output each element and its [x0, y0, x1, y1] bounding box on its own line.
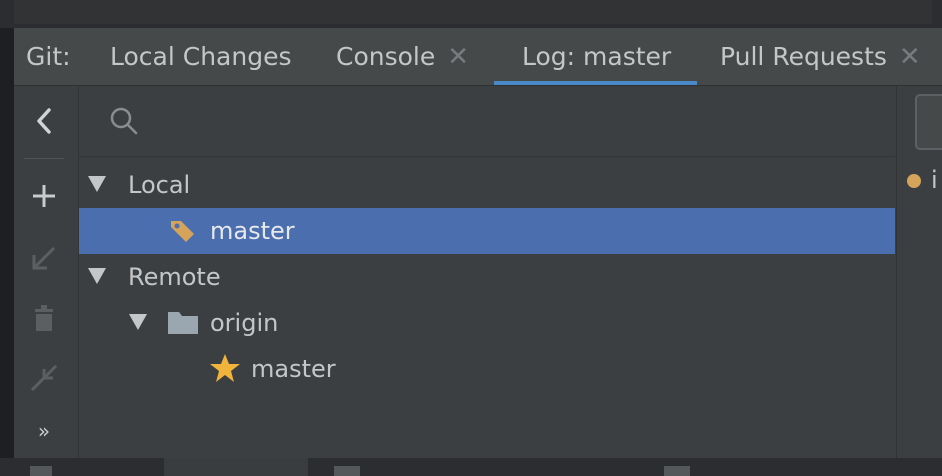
tab-label: Pull Requests — [720, 42, 887, 71]
git-tool-window: Git: Local Changes Console ✕ Log: master … — [14, 28, 942, 458]
branch-search-field[interactable] — [79, 86, 895, 157]
bottom-tab-icon[interactable] — [30, 466, 52, 476]
tree-node-local[interactable]: Local — [79, 162, 895, 208]
tab-label: Log: master — [522, 42, 672, 71]
tree-node-remote[interactable]: Remote — [79, 254, 895, 300]
tag-icon — [171, 221, 194, 242]
log-search-field[interactable] — [915, 94, 942, 150]
branches-toolbar: » — [14, 86, 79, 458]
node-label: Remote — [128, 263, 221, 291]
more-icon[interactable]: » — [14, 416, 74, 446]
plus-icon — [33, 185, 55, 207]
bottom-tool-strip — [0, 458, 942, 476]
merge-icon — [30, 364, 58, 392]
tab-log-master[interactable]: Log: master — [493, 28, 698, 85]
expand-triangle-icon[interactable] — [88, 268, 106, 284]
close-icon[interactable]: ✕ — [447, 42, 469, 72]
tab-console[interactable]: Console ✕ — [336, 28, 469, 85]
expand-triangle-icon[interactable] — [88, 176, 106, 192]
collapse-button[interactable] — [14, 96, 74, 146]
toolbar-divider — [24, 158, 64, 159]
git-prefix-label: Git: — [26, 42, 71, 71]
tab-label: Local Changes — [110, 42, 292, 71]
tab-label: Console — [336, 42, 436, 71]
expand-triangle-icon[interactable] — [129, 314, 147, 330]
tree-node-local-master[interactable]: master — [79, 208, 895, 254]
node-label: origin — [210, 309, 279, 337]
top-strip — [0, 0, 942, 28]
bottom-tab-icon[interactable] — [334, 466, 360, 476]
checkout-arrow-icon — [32, 246, 56, 270]
tree-node-origin[interactable]: origin — [79, 300, 895, 346]
node-label: Local — [128, 171, 191, 199]
tool-window-tabbar: Git: Local Changes Console ✕ Log: master … — [14, 28, 942, 86]
bottom-tab-active[interactable] — [164, 458, 308, 476]
editor-strip — [14, 0, 932, 24]
folder-icon — [168, 312, 198, 334]
merge-button[interactable] — [14, 356, 74, 400]
delete-branch-button[interactable] — [14, 296, 74, 340]
checkout-button[interactable] — [14, 236, 74, 280]
tab-pull-requests[interactable]: Pull Requests ✕ — [720, 28, 921, 85]
new-branch-button[interactable] — [14, 174, 74, 218]
search-icon — [110, 107, 138, 135]
node-label: master — [210, 217, 295, 245]
close-icon[interactable]: ✕ — [899, 42, 921, 72]
branches-tree: Local master Remote origin master — [79, 86, 895, 458]
commit-log-pane: i — [896, 86, 942, 458]
chevron-left-icon — [37, 108, 51, 134]
trash-icon — [35, 305, 53, 331]
bottom-tab-icon[interactable] — [664, 466, 690, 476]
star-icon — [210, 354, 240, 382]
tree-node-origin-master[interactable]: master — [79, 346, 895, 392]
tab-local-changes[interactable]: Local Changes — [110, 28, 291, 85]
commit-message[interactable]: i — [931, 164, 938, 196]
node-label: master — [251, 355, 336, 383]
commit-dot-icon — [907, 174, 921, 188]
